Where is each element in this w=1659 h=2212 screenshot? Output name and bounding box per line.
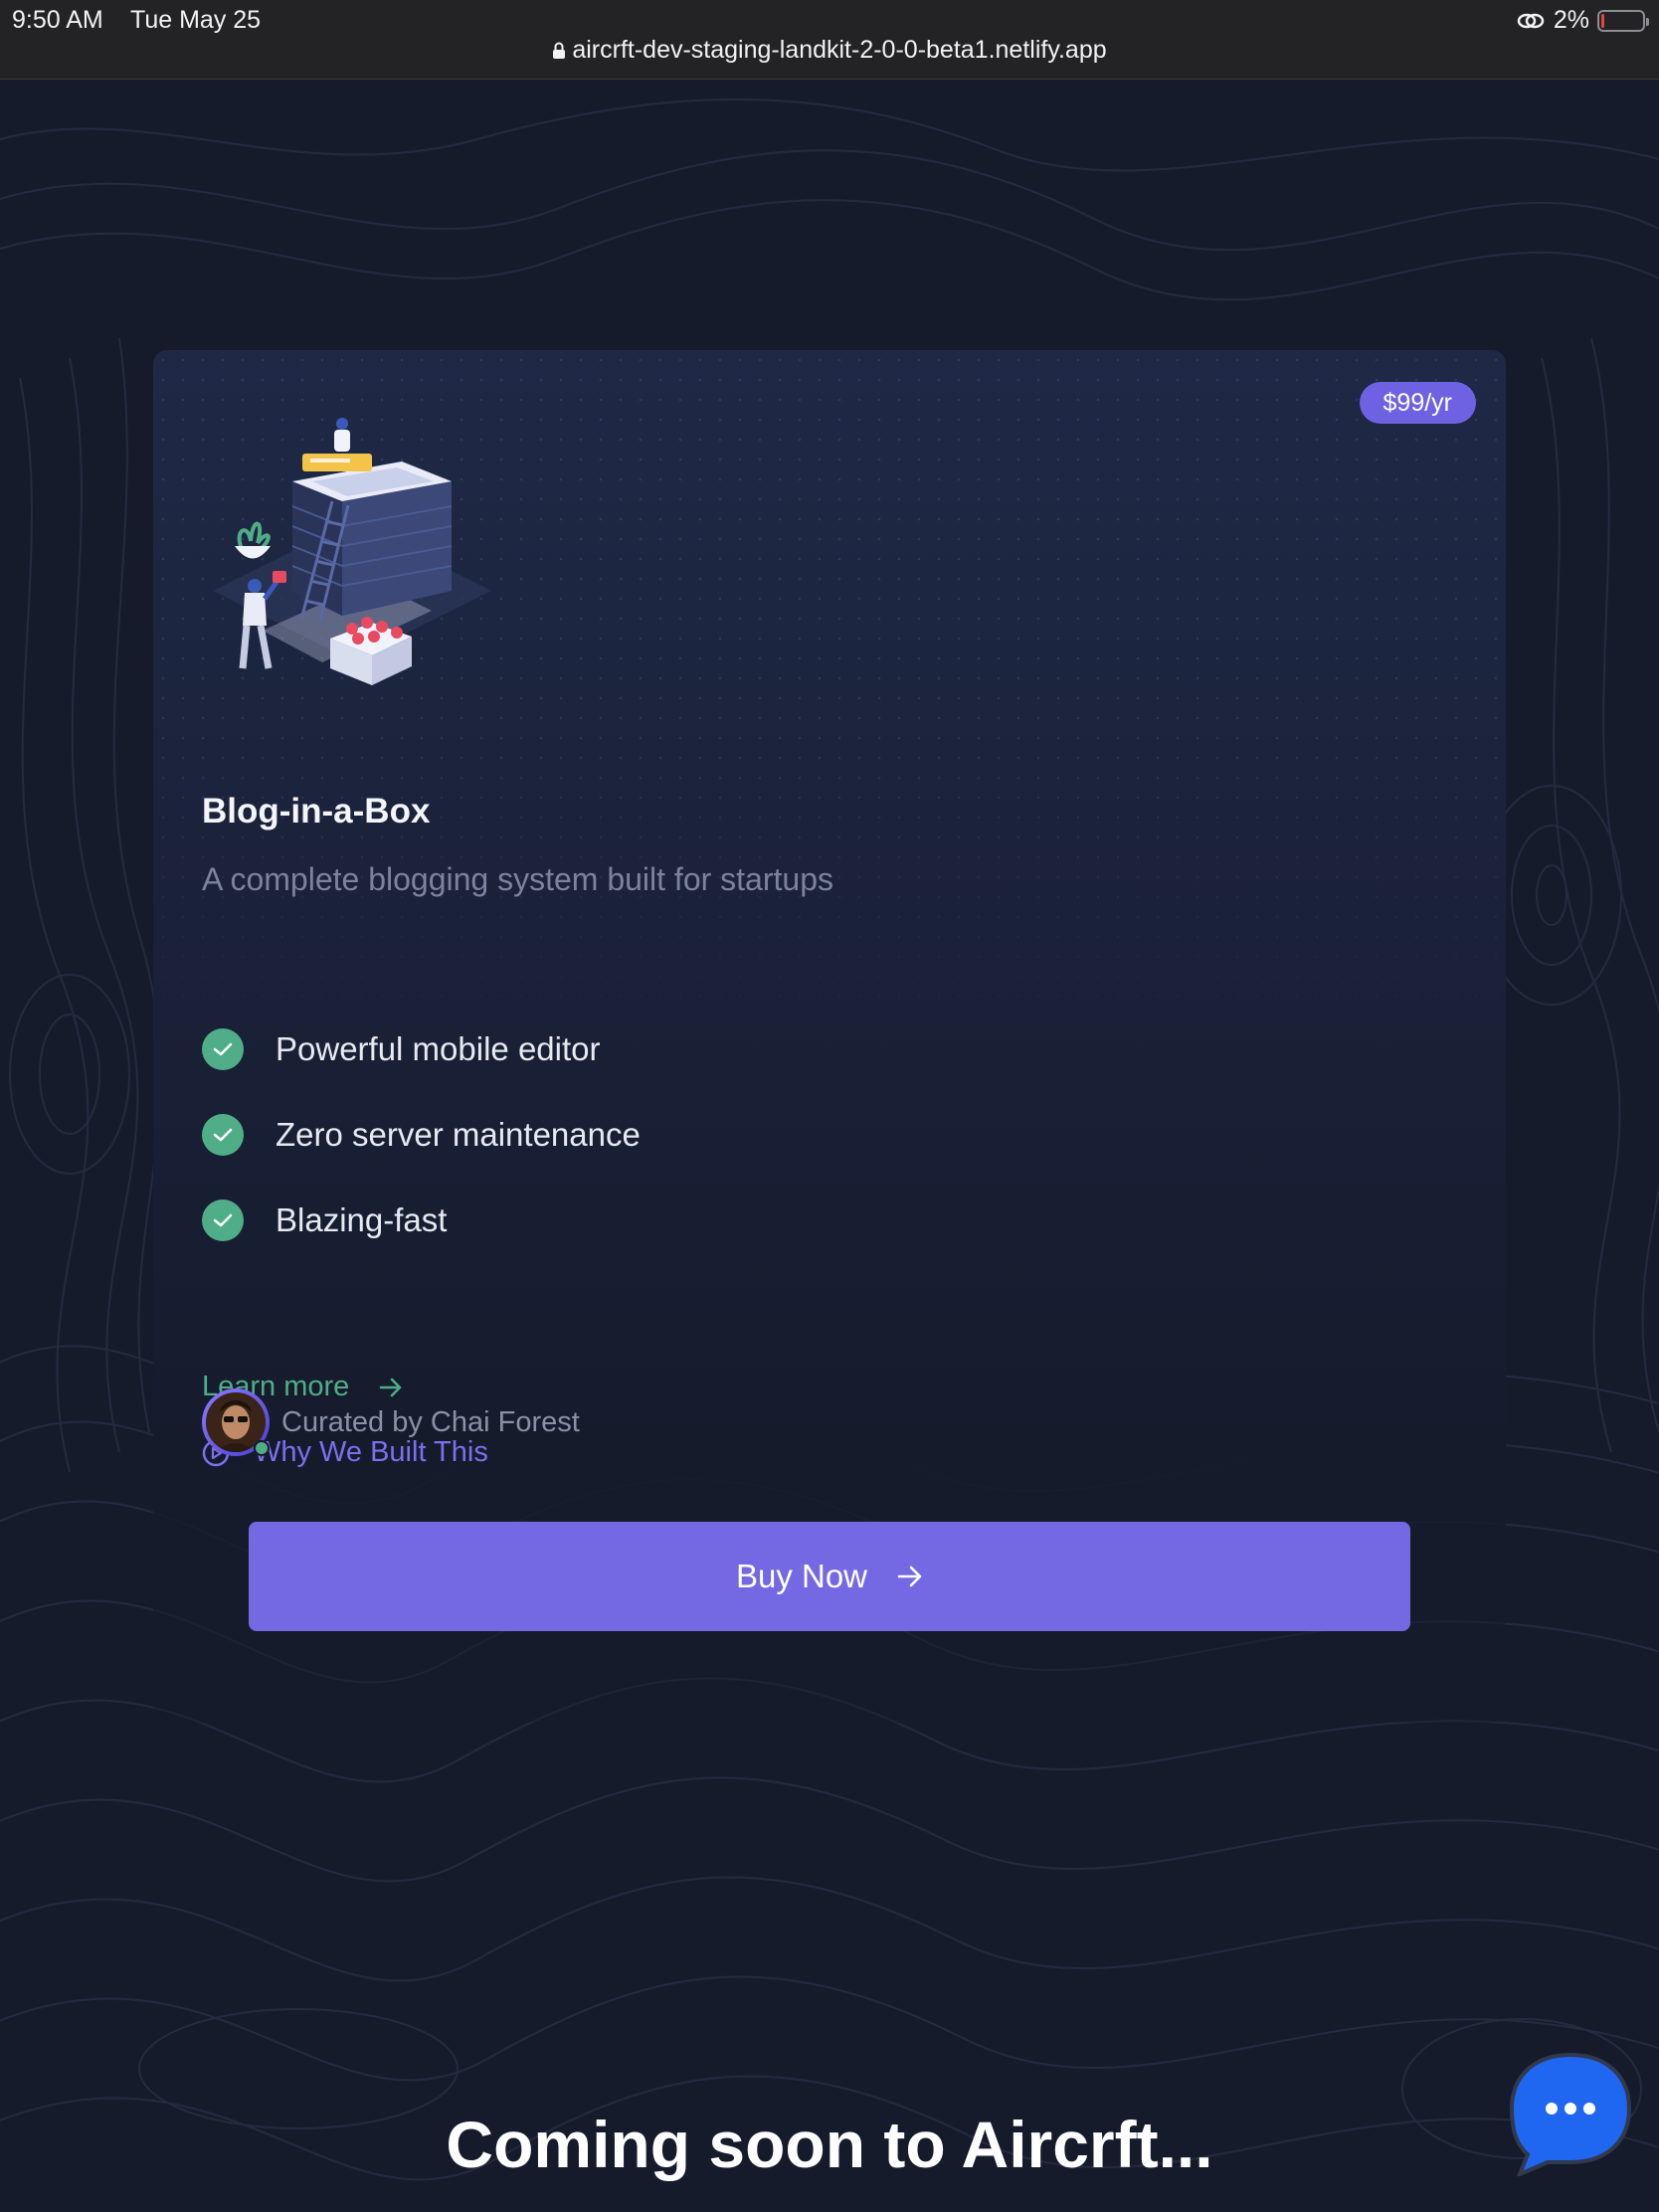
feature-text: Blazing-fast	[276, 1201, 448, 1238]
product-subtitle: A complete blogging system built for sta…	[202, 861, 833, 897]
status-time: 9:50 AM	[12, 6, 103, 34]
feature-text: Zero server maintenance	[276, 1116, 641, 1153]
product-title: Blog-in-a-Box	[202, 792, 431, 830]
feature-item: Blazing-fast	[202, 1178, 641, 1263]
feature-item: Powerful mobile editor	[202, 1007, 641, 1092]
check-icon	[202, 1114, 244, 1156]
check-icon	[202, 1199, 244, 1241]
arrow-right-icon	[897, 1566, 922, 1587]
blog-in-a-box-illustration	[213, 418, 491, 685]
link-icon	[1517, 13, 1545, 28]
battery-percent: 2%	[1553, 6, 1589, 34]
feature-list: Powerful mobile editor Zero server maint…	[202, 1007, 641, 1263]
status-date: Tue May 25	[130, 6, 262, 34]
url-text: aircrft-dev-staging-landkit-2-0-0-beta1.…	[572, 36, 1107, 64]
lock-icon	[553, 42, 566, 60]
buy-now-label: Buy Now	[735, 1558, 868, 1594]
online-status-dot	[254, 1440, 270, 1456]
url-bar[interactable]: aircrft-dev-staging-landkit-2-0-0-beta1.…	[0, 36, 1659, 65]
battery-icon	[1597, 9, 1649, 32]
status-indicators: 2%	[1516, 6, 1649, 35]
buy-now-button[interactable]: Buy Now	[249, 1522, 1410, 1631]
feature-item: Zero server maintenance	[202, 1092, 641, 1178]
price-badge: $99/yr	[1359, 382, 1476, 424]
coming-soon-heading: Coming soon to Aircrft...	[446, 2108, 1213, 2181]
feature-text: Powerful mobile editor	[276, 1030, 601, 1067]
check-icon	[202, 1028, 244, 1070]
curator-text: Curated by Chai Forest	[281, 1405, 580, 1438]
curator-row: Curated by Chai Forest	[202, 1388, 580, 1456]
avatar[interactable]	[202, 1388, 270, 1456]
chat-bubble-icon[interactable]	[1508, 2051, 1633, 2176]
browser-status-bar: 9:50 AM Tue May 25 2% aircrft-dev-stagin…	[0, 0, 1659, 80]
product-card: $99/yr Blog-in-a-Box A complete blogging…	[153, 350, 1506, 1723]
